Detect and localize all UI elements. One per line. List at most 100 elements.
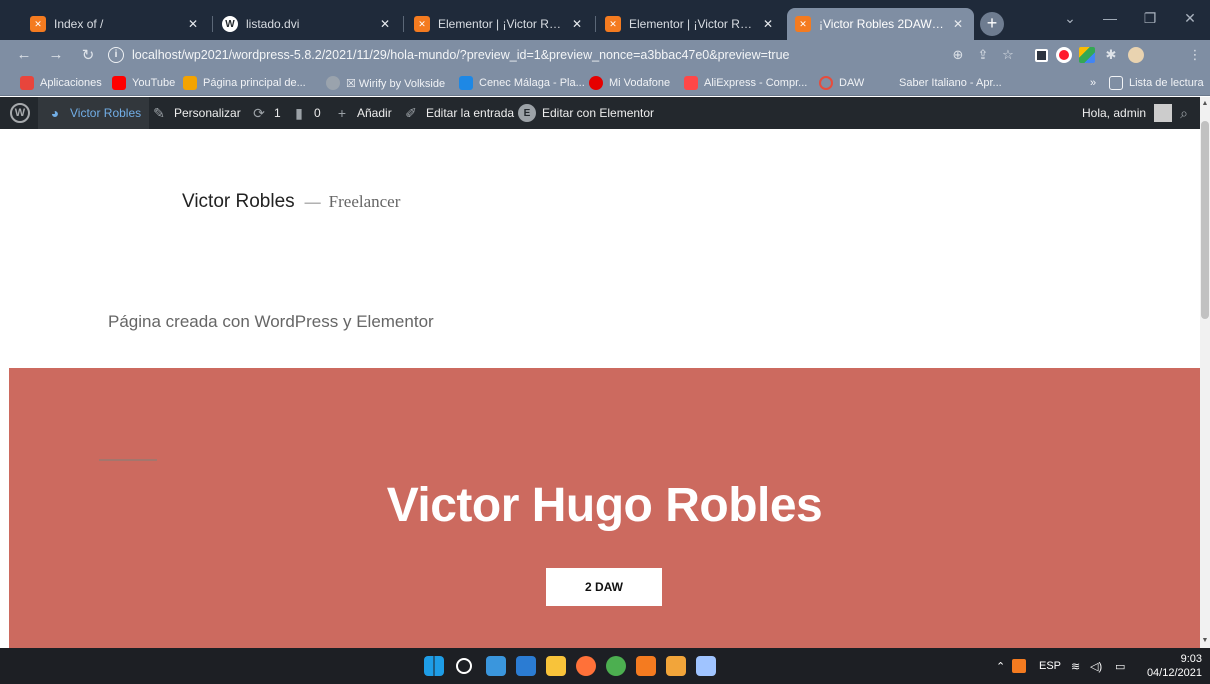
- hero-divider: [99, 459, 157, 461]
- edit-elementor-button[interactable]: E Editar con Elementor: [518, 97, 654, 129]
- tab-title: Index of /: [54, 17, 104, 31]
- close-window-icon[interactable]: ✕: [1170, 10, 1210, 27]
- wp-menu-button[interactable]: W: [10, 97, 30, 129]
- hero-button[interactable]: 2 DAW: [546, 568, 662, 606]
- site-description: Freelancer: [328, 192, 401, 211]
- forward-icon[interactable]: →: [46, 46, 66, 63]
- battery-icon[interactable]: ▭: [1115, 648, 1125, 684]
- taskbar: ⌃ ESP ≋ ◁) ▭ 9:03 04/12/2021: [0, 648, 1210, 684]
- tray-overflow-icon[interactable]: ⌃: [996, 648, 1005, 684]
- account-menu[interactable]: Hola, admin: [1082, 97, 1173, 129]
- wordpress-icon: W: [222, 16, 238, 32]
- tab-listado[interactable]: W listado.dvi ✕: [214, 8, 401, 40]
- xampp-icon: ✕: [795, 16, 811, 32]
- opera-icon[interactable]: [1056, 47, 1072, 63]
- site-header: Victor Robles — Freelancer: [182, 191, 400, 213]
- restore-icon[interactable]: ❐: [1130, 10, 1170, 27]
- clock[interactable]: 9:03 04/12/2021: [1147, 652, 1202, 680]
- tab-elementor-1[interactable]: ✕ Elementor | ¡Victor Robles 2D ✕: [406, 8, 593, 40]
- close-icon[interactable]: ✕: [185, 17, 201, 31]
- edit-post-button[interactable]: ✐ Editar la entrada: [402, 97, 514, 129]
- extension-icon[interactable]: [1035, 49, 1048, 62]
- file-explorer-icon[interactable]: [546, 656, 566, 676]
- more-bookmarks-button[interactable]: »: [1090, 75, 1096, 91]
- close-icon[interactable]: ✕: [760, 17, 776, 31]
- calculator-icon[interactable]: [516, 656, 536, 676]
- search-icon: ⌕: [1180, 104, 1188, 121]
- bookmark-youtube[interactable]: YouTube: [112, 75, 175, 91]
- bookmarks-bar: Aplicaciones YouTube Página principal de…: [0, 70, 1210, 96]
- tray-xampp-icon[interactable]: [1012, 648, 1026, 684]
- bookmark-star-icon[interactable]: ☆: [999, 47, 1017, 63]
- tab-elementor-2[interactable]: ✕ Elementor | ¡Victor Robles 2D ✕: [597, 8, 784, 40]
- xampp-taskbar-icon[interactable]: [636, 656, 656, 676]
- share-icon[interactable]: ⇪: [974, 47, 992, 63]
- close-icon[interactable]: ✕: [569, 17, 585, 31]
- zoom-icon[interactable]: ⊕: [949, 47, 967, 63]
- search-button[interactable]: ⌕: [1175, 97, 1199, 129]
- tab-separator: [403, 16, 404, 32]
- language-indicator[interactable]: ESP: [1039, 648, 1061, 684]
- customize-button[interactable]: ✎ Personalizar: [150, 97, 241, 129]
- windows-start-icon[interactable]: [424, 656, 444, 676]
- bookmark-cenec[interactable]: Cenec Málaga - Pla...: [459, 75, 585, 91]
- xampp-icon: ✕: [30, 16, 46, 32]
- firefox-icon[interactable]: [576, 656, 596, 676]
- plus-icon: +: [337, 105, 347, 121]
- extensions-puzzle-icon[interactable]: ✱: [1102, 47, 1120, 63]
- updates-button[interactable]: ⟳ 1: [250, 97, 281, 129]
- tab-index-of[interactable]: ✕ Index of / ✕: [22, 8, 209, 40]
- page-scrollbar[interactable]: ▲ ▼: [1200, 97, 1210, 648]
- site-name-button[interactable]: ◕ Victor Robles: [38, 97, 150, 129]
- omnibox[interactable]: i localhost/wp2021/wordpress-5.8.2/2021/…: [108, 43, 988, 67]
- comment-icon: ▮: [295, 104, 303, 121]
- back-icon[interactable]: ←: [14, 46, 34, 63]
- close-icon[interactable]: ✕: [377, 17, 393, 31]
- bookmark-pagina-principal[interactable]: Página principal de...: [183, 75, 306, 91]
- dashboard-icon: ◕: [50, 105, 60, 121]
- daw-icon: [819, 76, 833, 90]
- tab-title: Elementor | ¡Victor Robles 2D: [438, 17, 563, 31]
- site-name-label: Victor Robles: [70, 106, 142, 120]
- updates-icon: ⟳: [253, 104, 265, 121]
- close-icon[interactable]: ✕: [950, 17, 966, 31]
- minimize-icon[interactable]: —: [1090, 10, 1130, 26]
- drive-icon[interactable]: [1079, 47, 1095, 63]
- url-text[interactable]: localhost/wp2021/wordpress-5.8.2/2021/11…: [132, 48, 790, 62]
- reading-list-button[interactable]: Lista de lectura: [1109, 75, 1204, 91]
- bookmark-daw[interactable]: DAW: [819, 75, 864, 91]
- bookmark-saber-italiano[interactable]: Saber Italiano - Apr...: [899, 75, 1002, 91]
- aliexpress-icon: [684, 76, 698, 90]
- chrome-icon[interactable]: [606, 656, 626, 676]
- site-title[interactable]: Victor Robles: [182, 191, 295, 213]
- bookmark-aplicaciones[interactable]: Aplicaciones: [20, 75, 102, 91]
- bookmark-aliexpress[interactable]: AliExpress - Compr...: [684, 75, 807, 91]
- new-tab-button[interactable]: +: [980, 12, 1004, 36]
- snipping-tool-icon[interactable]: [696, 656, 716, 676]
- comments-button[interactable]: ▮ 0: [290, 97, 321, 129]
- add-new-button[interactable]: + Añadir: [333, 97, 392, 129]
- bookmark-wirify[interactable]: ☒ Wirify by Volkside: [326, 75, 445, 91]
- store-icon[interactable]: [486, 656, 506, 676]
- scroll-up-icon[interactable]: ▲: [1200, 99, 1210, 109]
- bookmark-vodafone[interactable]: Mi Vodafone: [589, 75, 670, 91]
- tab-active-preview[interactable]: ✕ ¡Victor Robles 2DAW! – Victo ✕: [787, 8, 974, 40]
- reload-icon[interactable]: ↻: [78, 46, 98, 64]
- pencil-icon: ✐: [405, 104, 417, 121]
- scroll-down-icon[interactable]: ▼: [1200, 636, 1210, 646]
- volume-icon[interactable]: ◁): [1090, 648, 1102, 684]
- paint-icon[interactable]: [666, 656, 686, 676]
- office-icon: [183, 76, 197, 90]
- wifi-icon[interactable]: ≋: [1071, 648, 1080, 684]
- info-icon[interactable]: i: [108, 47, 124, 63]
- bookmark-label: YouTube: [132, 77, 176, 89]
- profile-avatar[interactable]: [1128, 47, 1144, 63]
- wp-admin-bar: W ◕ Victor Robles ✎ Personalizar ⟳ 1 ▮ 0…: [0, 97, 1210, 129]
- menu-dots-icon[interactable]: ⋮: [1186, 47, 1204, 63]
- edit-elementor-label: Editar con Elementor: [542, 106, 655, 120]
- bookmark-label: Cenec Málaga - Pla...: [479, 77, 585, 89]
- search-icon[interactable]: [456, 658, 472, 674]
- apps-grid-icon: [20, 76, 34, 90]
- tab-search-icon[interactable]: ⌄: [1050, 10, 1090, 27]
- scroll-thumb[interactable]: [1201, 121, 1209, 319]
